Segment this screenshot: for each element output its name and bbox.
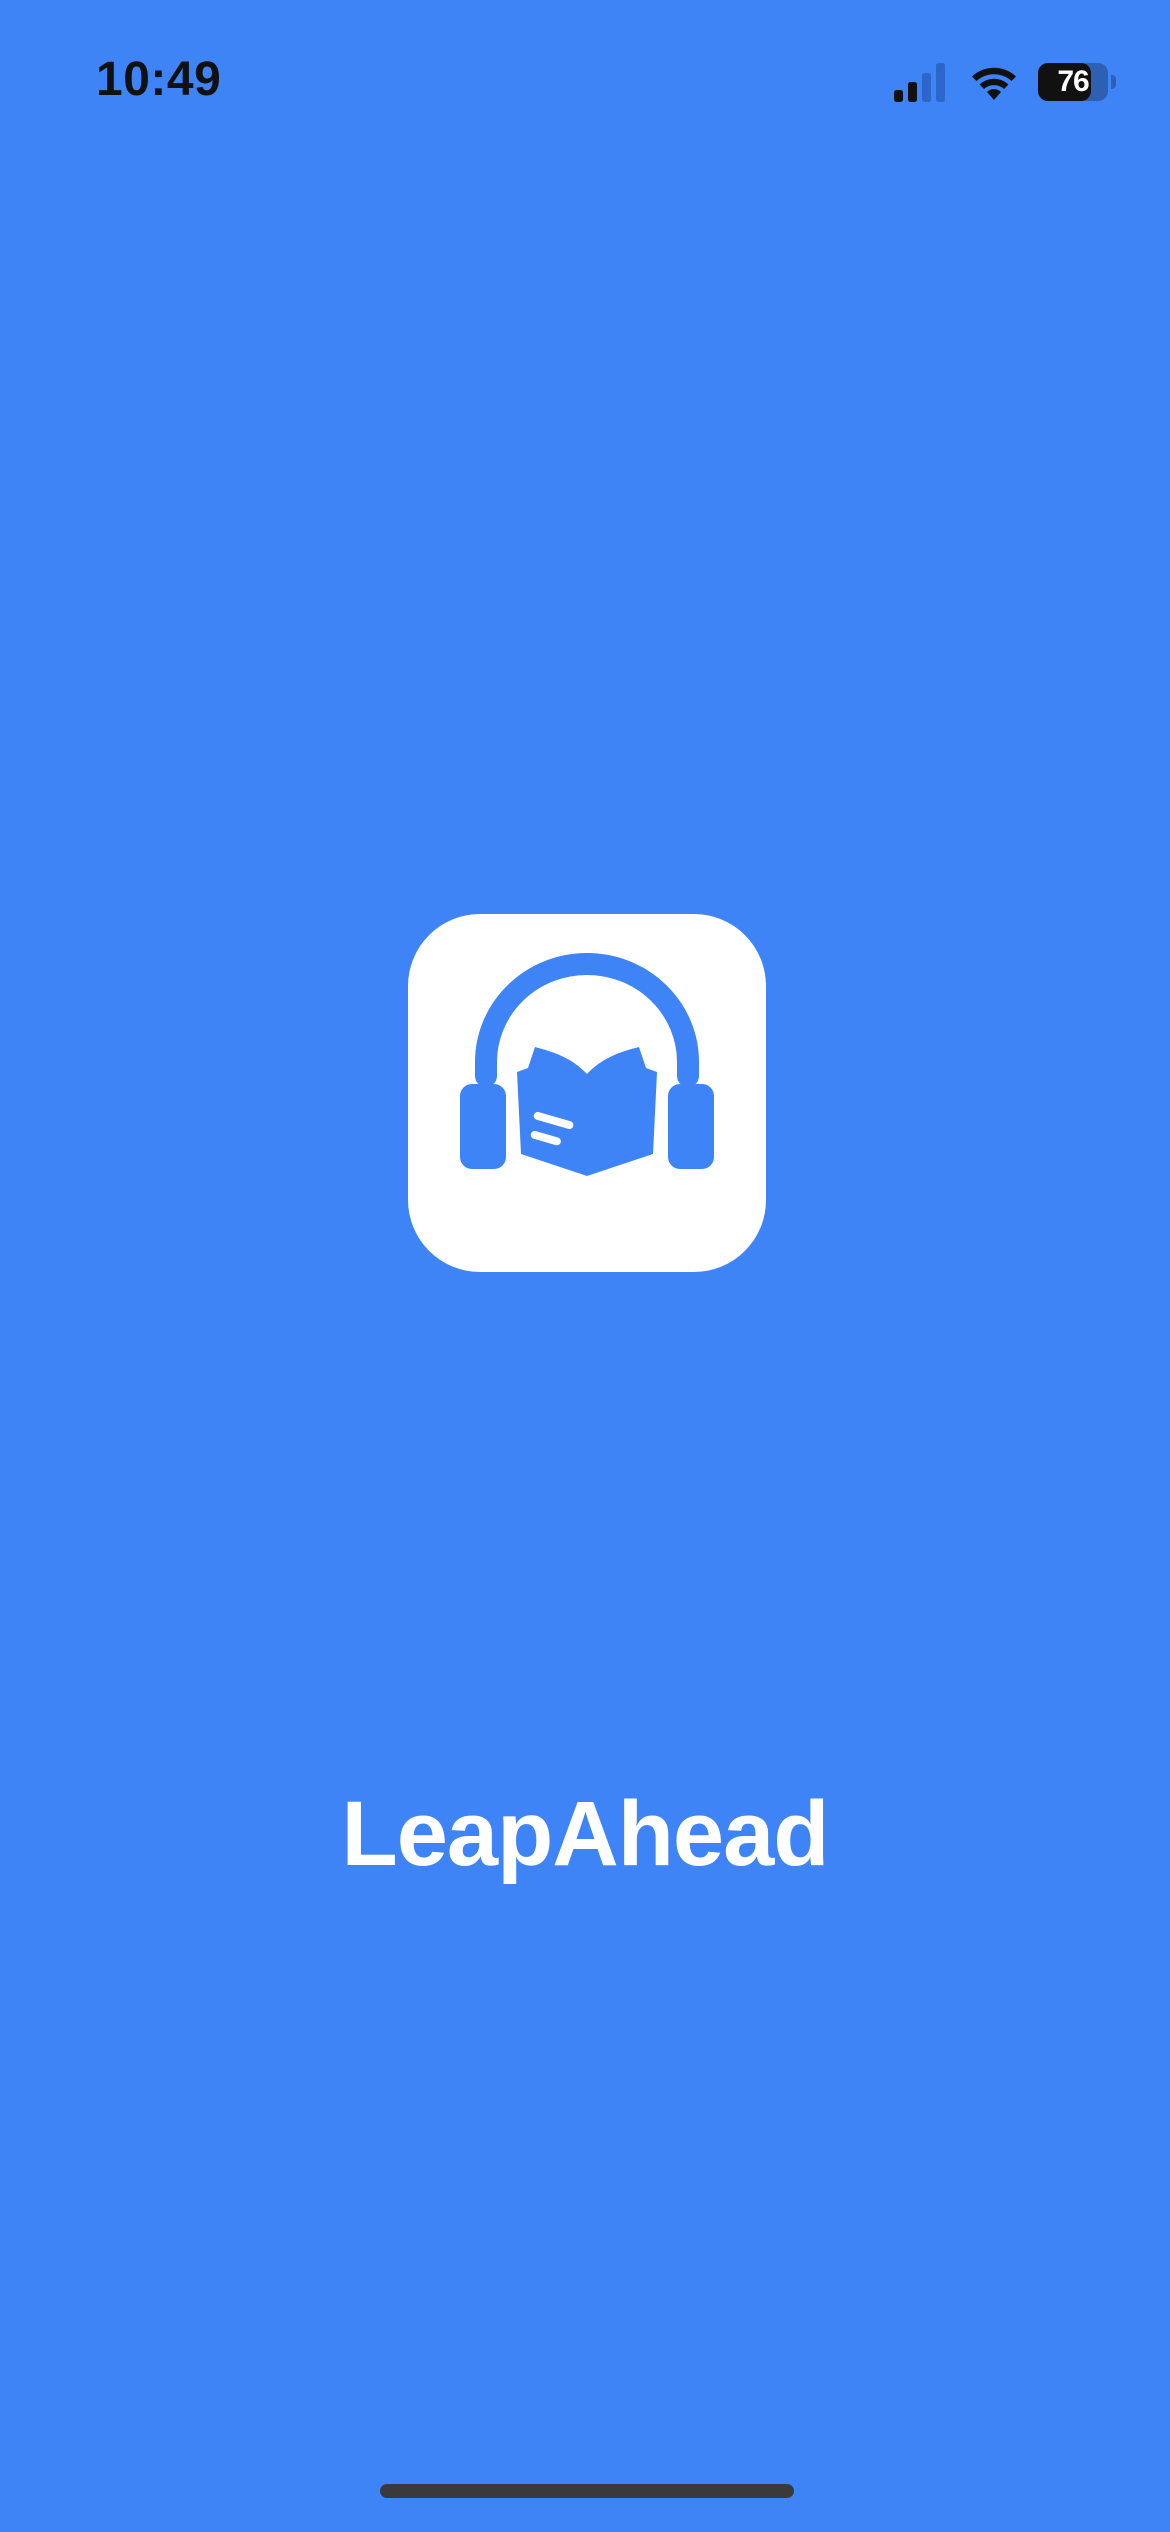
battery-cap xyxy=(1111,75,1116,89)
wifi-icon xyxy=(972,67,1016,100)
splash-screen: 10:49 76 LeapAhead xyxy=(0,0,1170,2532)
headphones-book-icon xyxy=(460,953,714,1176)
home-indicator[interactable] xyxy=(380,2484,794,2498)
status-indicators: 76 xyxy=(892,58,1116,106)
battery-level: 76 xyxy=(1057,65,1089,98)
app-logo xyxy=(408,914,766,1272)
cellular-signal-icon xyxy=(894,63,945,102)
app-name: LeapAhead xyxy=(341,1783,830,1885)
battery-indicator: 76 xyxy=(1038,63,1108,101)
status-bar: 10:49 76 xyxy=(0,0,1170,160)
status-time: 10:49 xyxy=(96,53,222,106)
